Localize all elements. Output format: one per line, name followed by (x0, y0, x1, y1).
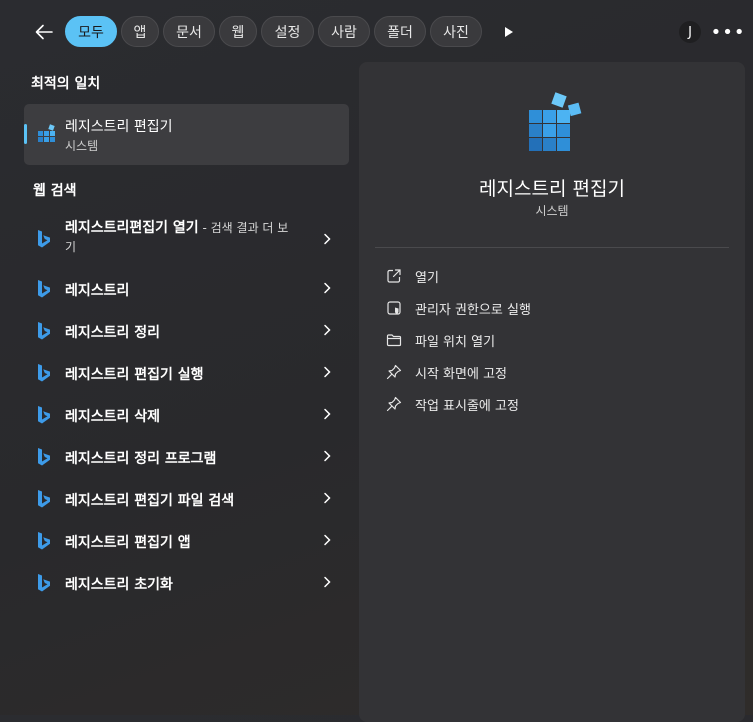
web-result-item[interactable]: 레지스트리 편집기 앱 (24, 521, 349, 561)
detail-subtitle: 시스템 (535, 204, 569, 218)
chevron-right-icon (324, 408, 331, 420)
action-label: 파일 위치 열기 (415, 334, 496, 350)
web-result-text: 레지스트리 편집기 파일 검색 (65, 493, 235, 509)
web-result-text: 레지스트리 삭제 (65, 409, 161, 425)
chevron-right-icon (324, 534, 331, 546)
best-match-name: 레지스트리 편집기 (65, 119, 173, 135)
chevron-right-icon (324, 450, 331, 462)
action-label: 열기 (415, 270, 439, 286)
back-button[interactable] (30, 18, 58, 46)
chevron-right-icon (324, 492, 331, 504)
web-result-text: 레지스트리편집기 열기 - 검색 결과 더 보기 (65, 220, 289, 254)
action-run-as-admin[interactable]: 관리자 권한으로 실행 (385, 297, 531, 319)
web-result-text: 레지스트리 (65, 283, 130, 299)
registry-editor-large-icon (527, 92, 585, 158)
best-match-heading: 최적의 일치 (31, 76, 101, 92)
action-open-file-location[interactable]: 파일 위치 열기 (385, 329, 495, 351)
open-external-icon (385, 267, 403, 285)
pin-icon (385, 395, 403, 413)
pin-icon (385, 363, 403, 381)
bing-icon (38, 574, 50, 592)
web-result-item[interactable]: 레지스트리 정리 (24, 311, 349, 351)
bing-icon (38, 490, 50, 508)
action-label: 시작 화면에 고정 (415, 366, 507, 382)
chevron-right-icon (324, 366, 331, 378)
action-label: 관리자 권한으로 실행 (415, 302, 531, 318)
web-result-text: 레지스트리 편집기 실행 (65, 367, 204, 383)
selection-indicator (24, 124, 27, 144)
filter-tab-people[interactable]: 사람 (318, 16, 370, 47)
shield-run-icon (385, 299, 403, 317)
play-icon (505, 27, 513, 37)
web-result-item[interactable]: 레지스트리 초기화 (24, 563, 349, 603)
web-result-item[interactable]: 레지스트리 (24, 269, 349, 309)
web-result-text: 레지스트리 편집기 앱 (65, 535, 191, 551)
bing-icon (38, 448, 50, 466)
action-label: 작업 표시줄에 고정 (415, 398, 519, 414)
web-result-item[interactable]: 레지스트리 편집기 파일 검색 (24, 479, 349, 519)
bing-icon (38, 280, 50, 298)
chevron-right-icon (324, 233, 331, 245)
arrow-left-icon (35, 24, 53, 40)
action-pin-to-start[interactable]: 시작 화면에 고정 (385, 361, 507, 383)
filter-bar: 모두 앱 문서 웹 설정 사람 폴더 사진 J ••• (0, 0, 753, 64)
action-pin-to-taskbar[interactable]: 작업 표시줄에 고정 (385, 393, 519, 415)
more-filters-button[interactable] (497, 20, 521, 44)
web-result-item[interactable]: 레지스트리 편집기 실행 (24, 353, 349, 393)
divider (375, 247, 729, 248)
folder-icon (385, 331, 403, 349)
filter-tab-folders[interactable]: 폴더 (374, 16, 426, 47)
filter-tab-apps[interactable]: 앱 (121, 16, 159, 47)
chevron-right-icon (324, 282, 331, 294)
web-result-item[interactable]: 레지스트리 삭제 (24, 395, 349, 435)
web-search-heading: 웹 검색 (33, 183, 77, 199)
web-result-item[interactable]: 레지스트리 정리 프로그램 (24, 437, 349, 477)
bing-icon (38, 364, 50, 382)
more-options-button[interactable]: ••• (711, 20, 745, 44)
best-match-result[interactable]: 레지스트리 편집기 시스템 (24, 104, 349, 165)
bing-icon (38, 406, 50, 424)
web-result-text: 레지스트리 정리 프로그램 (65, 451, 217, 467)
web-result-open[interactable]: 레지스트리편집기 열기 - 검색 결과 더 보기 (24, 219, 349, 261)
best-match-type: 시스템 (65, 139, 99, 153)
web-result-text: 레지스트리 정리 (65, 325, 161, 341)
filter-tab-all[interactable]: 모두 (65, 16, 117, 47)
filter-tab-web[interactable]: 웹 (219, 16, 257, 47)
filter-tab-documents[interactable]: 문서 (163, 16, 215, 47)
bing-icon (38, 532, 50, 550)
bing-icon (38, 322, 50, 340)
detail-title: 레지스트리 편집기 (479, 178, 625, 200)
filter-tab-settings[interactable]: 설정 (261, 16, 314, 47)
detail-panel: 레지스트리 편집기 시스템 열기 관리자 권한으로 실행 파일 위치 열기 시작… (359, 62, 745, 722)
web-result-text: 레지스트리 초기화 (65, 577, 173, 593)
registry-editor-icon (36, 123, 58, 149)
chevron-right-icon (324, 576, 331, 588)
filter-tab-photos[interactable]: 사진 (430, 16, 482, 47)
action-open[interactable]: 열기 (385, 265, 439, 287)
chevron-right-icon (324, 324, 331, 336)
account-avatar[interactable]: J (679, 21, 701, 43)
bing-icon (38, 230, 50, 248)
